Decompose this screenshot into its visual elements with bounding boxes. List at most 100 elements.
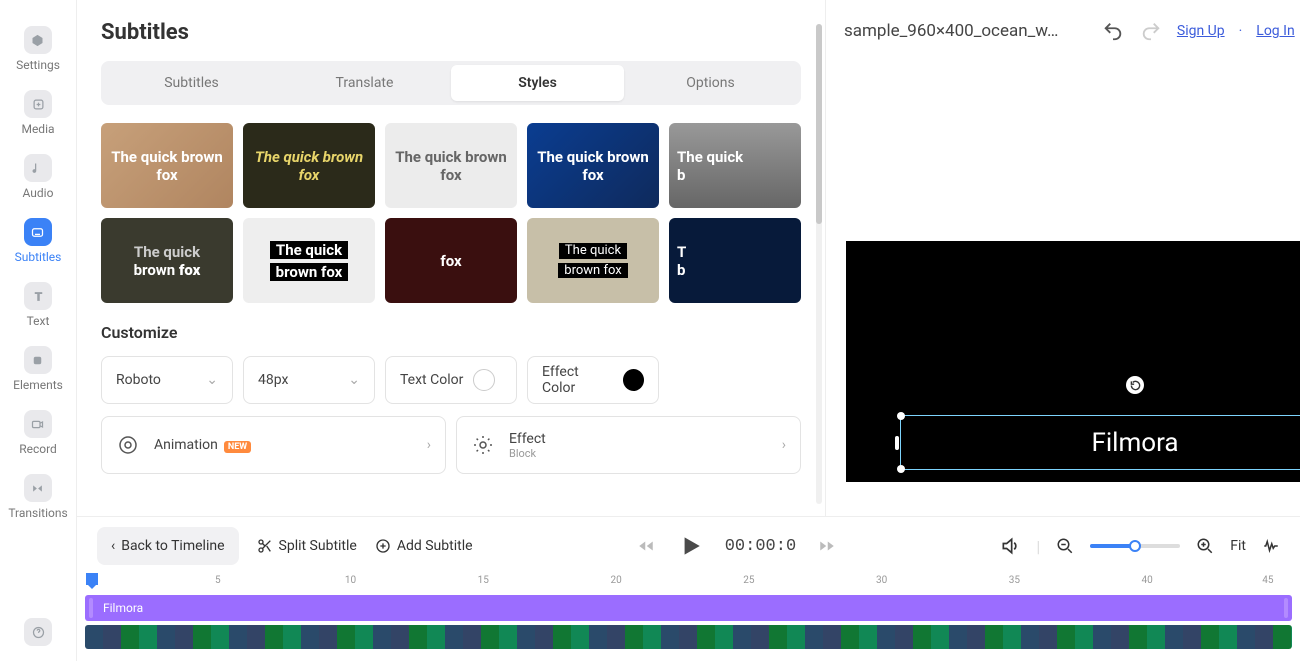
rail-item-transitions[interactable]: Transitions xyxy=(8,474,67,520)
style-preset-7[interactable]: The quickbrown fox xyxy=(243,218,375,303)
settings-icon xyxy=(24,26,52,54)
rail-item-audio[interactable]: Audio xyxy=(23,154,54,200)
panel-scrollbar[interactable] xyxy=(816,24,822,504)
rail-item-text[interactable]: Text xyxy=(24,282,52,328)
login-link[interactable]: Log In xyxy=(1256,23,1294,39)
style-presets-grid: The quick brown fox The quick brown fox … xyxy=(101,123,801,303)
fit-button[interactable]: Fit xyxy=(1230,538,1246,554)
media-icon xyxy=(24,90,52,118)
playhead[interactable] xyxy=(86,573,98,585)
effect-color-swatch xyxy=(623,369,644,391)
fast-forward-button[interactable] xyxy=(818,537,836,555)
tab-translate[interactable]: Translate xyxy=(278,65,451,101)
subtitle-bounding-box[interactable]: Filmora xyxy=(900,415,1300,470)
rail-label: Transitions xyxy=(8,506,67,520)
size-value: 48px xyxy=(258,372,348,388)
help-icon xyxy=(24,618,52,646)
style-preset-3[interactable]: The quick brown fox xyxy=(385,123,517,208)
style-preset-6[interactable]: The quickbrown fox xyxy=(101,218,233,303)
plus-icon xyxy=(375,538,391,554)
top-bar: sample_960×400_ocean_w… Sign Up · Log In… xyxy=(826,0,1300,62)
rail-label: Media xyxy=(21,122,54,136)
tab-styles[interactable]: Styles xyxy=(451,65,624,101)
chevron-left-icon: ‹ xyxy=(111,538,115,554)
redo-button[interactable] xyxy=(1139,19,1163,43)
ruler-tick: 25 xyxy=(743,575,754,586)
text-icon xyxy=(24,282,52,310)
rail-label: Audio xyxy=(23,186,54,200)
chevron-down-icon: ⌄ xyxy=(348,372,360,388)
play-button[interactable] xyxy=(677,533,703,559)
rewind-button[interactable] xyxy=(637,537,655,555)
timecode: 00:00:0 xyxy=(725,537,796,556)
font-size-select[interactable]: 48px ⌄ xyxy=(243,356,375,404)
font-select[interactable]: Roboto ⌄ xyxy=(101,356,233,404)
subtitles-icon xyxy=(24,218,52,246)
ruler-tick: 35 xyxy=(1009,575,1020,586)
ruler-tick: 10 xyxy=(345,575,356,586)
rail-item-help[interactable] xyxy=(24,618,52,646)
rail-label: Elements xyxy=(13,378,63,392)
resize-handle[interactable] xyxy=(897,465,905,473)
scissors-icon xyxy=(257,538,273,554)
resize-handle[interactable] xyxy=(897,412,905,420)
rail-item-settings[interactable]: Settings xyxy=(16,26,60,72)
zoom-slider[interactable] xyxy=(1090,544,1180,548)
video-preview[interactable]: Filmora xyxy=(846,241,1300,482)
ruler-tick: 40 xyxy=(1142,575,1153,586)
zoom-in-button[interactable] xyxy=(1196,537,1214,555)
font-value: Roboto xyxy=(116,372,206,388)
effect-color-picker[interactable]: Effect Color xyxy=(527,356,659,404)
rotate-handle[interactable] xyxy=(1126,376,1144,394)
text-color-swatch xyxy=(473,369,495,391)
chevron-right-icon: › xyxy=(782,437,786,453)
waveform-button[interactable] xyxy=(1262,537,1280,555)
volume-button[interactable] xyxy=(1000,536,1020,556)
clip-label: Filmora xyxy=(103,601,143,615)
style-preset-8[interactable]: fox xyxy=(385,218,517,303)
rail-label: Text xyxy=(27,314,50,328)
subtitle-text: Filmora xyxy=(1091,428,1178,458)
timeline: ‹ Back to Timeline Split Subtitle Add Su… xyxy=(77,516,1300,661)
resize-handle[interactable] xyxy=(895,436,899,450)
effect-value: Block xyxy=(509,447,546,460)
style-preset-2[interactable]: The quick brown fox xyxy=(243,123,375,208)
signup-link[interactable]: Sign Up xyxy=(1177,23,1225,39)
style-preset-10[interactable]: Tb xyxy=(669,218,801,303)
back-to-timeline-button[interactable]: ‹ Back to Timeline xyxy=(97,527,239,565)
style-preset-4[interactable]: The quick brown fox xyxy=(527,123,659,208)
tab-subtitles[interactable]: Subtitles xyxy=(105,65,278,101)
new-badge: NEW xyxy=(224,441,251,453)
zoom-out-button[interactable] xyxy=(1056,537,1074,555)
ruler-tick: 15 xyxy=(478,575,489,586)
add-subtitle-button[interactable]: Add Subtitle xyxy=(375,538,473,554)
tab-options[interactable]: Options xyxy=(624,65,797,101)
effect-label: Effect xyxy=(509,431,546,447)
rail-label: Settings xyxy=(16,58,60,72)
style-preset-9[interactable]: The quickbrown fox xyxy=(527,218,659,303)
video-track-clip[interactable] xyxy=(85,625,1292,649)
left-nav-rail: Settings Media Audio Subtitles Text Elem… xyxy=(0,0,77,661)
rail-item-elements[interactable]: Elements xyxy=(13,346,63,392)
effect-option[interactable]: Effect Block › xyxy=(456,416,801,474)
chevron-right-icon: › xyxy=(427,437,431,453)
undo-button[interactable] xyxy=(1101,19,1125,43)
effect-icon xyxy=(471,433,495,457)
ruler-tick: 45 xyxy=(1262,575,1273,586)
subtitle-track-clip[interactable]: Filmora xyxy=(85,595,1292,621)
chevron-down-icon: ⌄ xyxy=(206,372,218,388)
style-preset-1[interactable]: The quick brown fox xyxy=(101,123,233,208)
rail-label: Record xyxy=(19,442,57,456)
rail-item-media[interactable]: Media xyxy=(21,90,54,136)
split-subtitle-button[interactable]: Split Subtitle xyxy=(257,538,357,554)
rail-item-subtitles[interactable]: Subtitles xyxy=(15,218,62,264)
text-color-picker[interactable]: Text Color xyxy=(385,356,517,404)
back-label: Back to Timeline xyxy=(121,538,224,554)
timeline-ruler[interactable]: 5 10 15 20 25 30 35 40 45 xyxy=(85,575,1292,595)
ruler-tick: 30 xyxy=(876,575,887,586)
customize-heading: Customize xyxy=(101,323,801,342)
rail-item-record[interactable]: Record xyxy=(19,410,57,456)
animation-option[interactable]: AnimationNEW › xyxy=(101,416,446,474)
ruler-tick: 20 xyxy=(610,575,621,586)
style-preset-5[interactable]: The quickb xyxy=(669,123,801,208)
